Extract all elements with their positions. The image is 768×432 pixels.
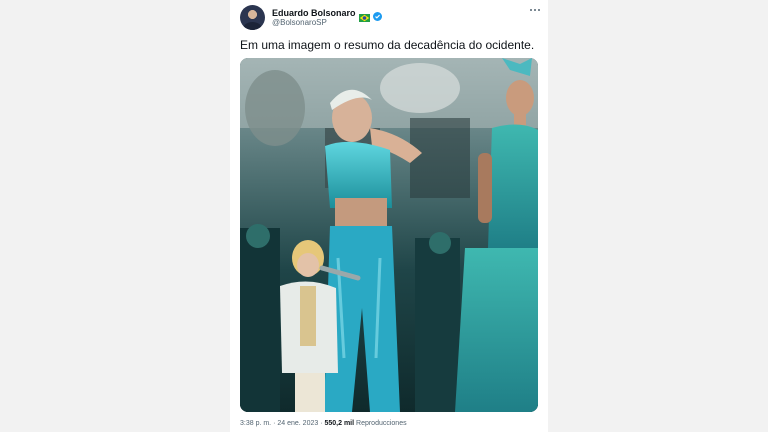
more-options-icon[interactable]: [528, 5, 542, 15]
tweet-date[interactable]: 24 ene. 2023: [277, 420, 318, 427]
views-count: 550,2 mil: [324, 420, 355, 427]
tweet-text: Em uma imagem o resumo da decadência do …: [240, 38, 535, 52]
tweet-time[interactable]: 3:38 p. m.: [240, 420, 271, 427]
avatar[interactable]: [240, 5, 265, 30]
tweet-photo[interactable]: [240, 58, 538, 412]
author-handle[interactable]: @BolsonaroSP: [272, 18, 327, 27]
author-display-name[interactable]: Eduardo Bolsonaro: [272, 8, 356, 18]
views-label: Reproducciones: [354, 420, 407, 427]
brazil-flag-icon: [358, 9, 370, 22]
tweet-footer: 3:38 p. m. · 24 ene. 2023 · 550,2 mil Re…: [240, 420, 407, 427]
verified-badge-icon: [372, 8, 382, 21]
tweet-card: Eduardo Bolsonaro @BolsonaroSP Em uma im…: [230, 0, 548, 432]
